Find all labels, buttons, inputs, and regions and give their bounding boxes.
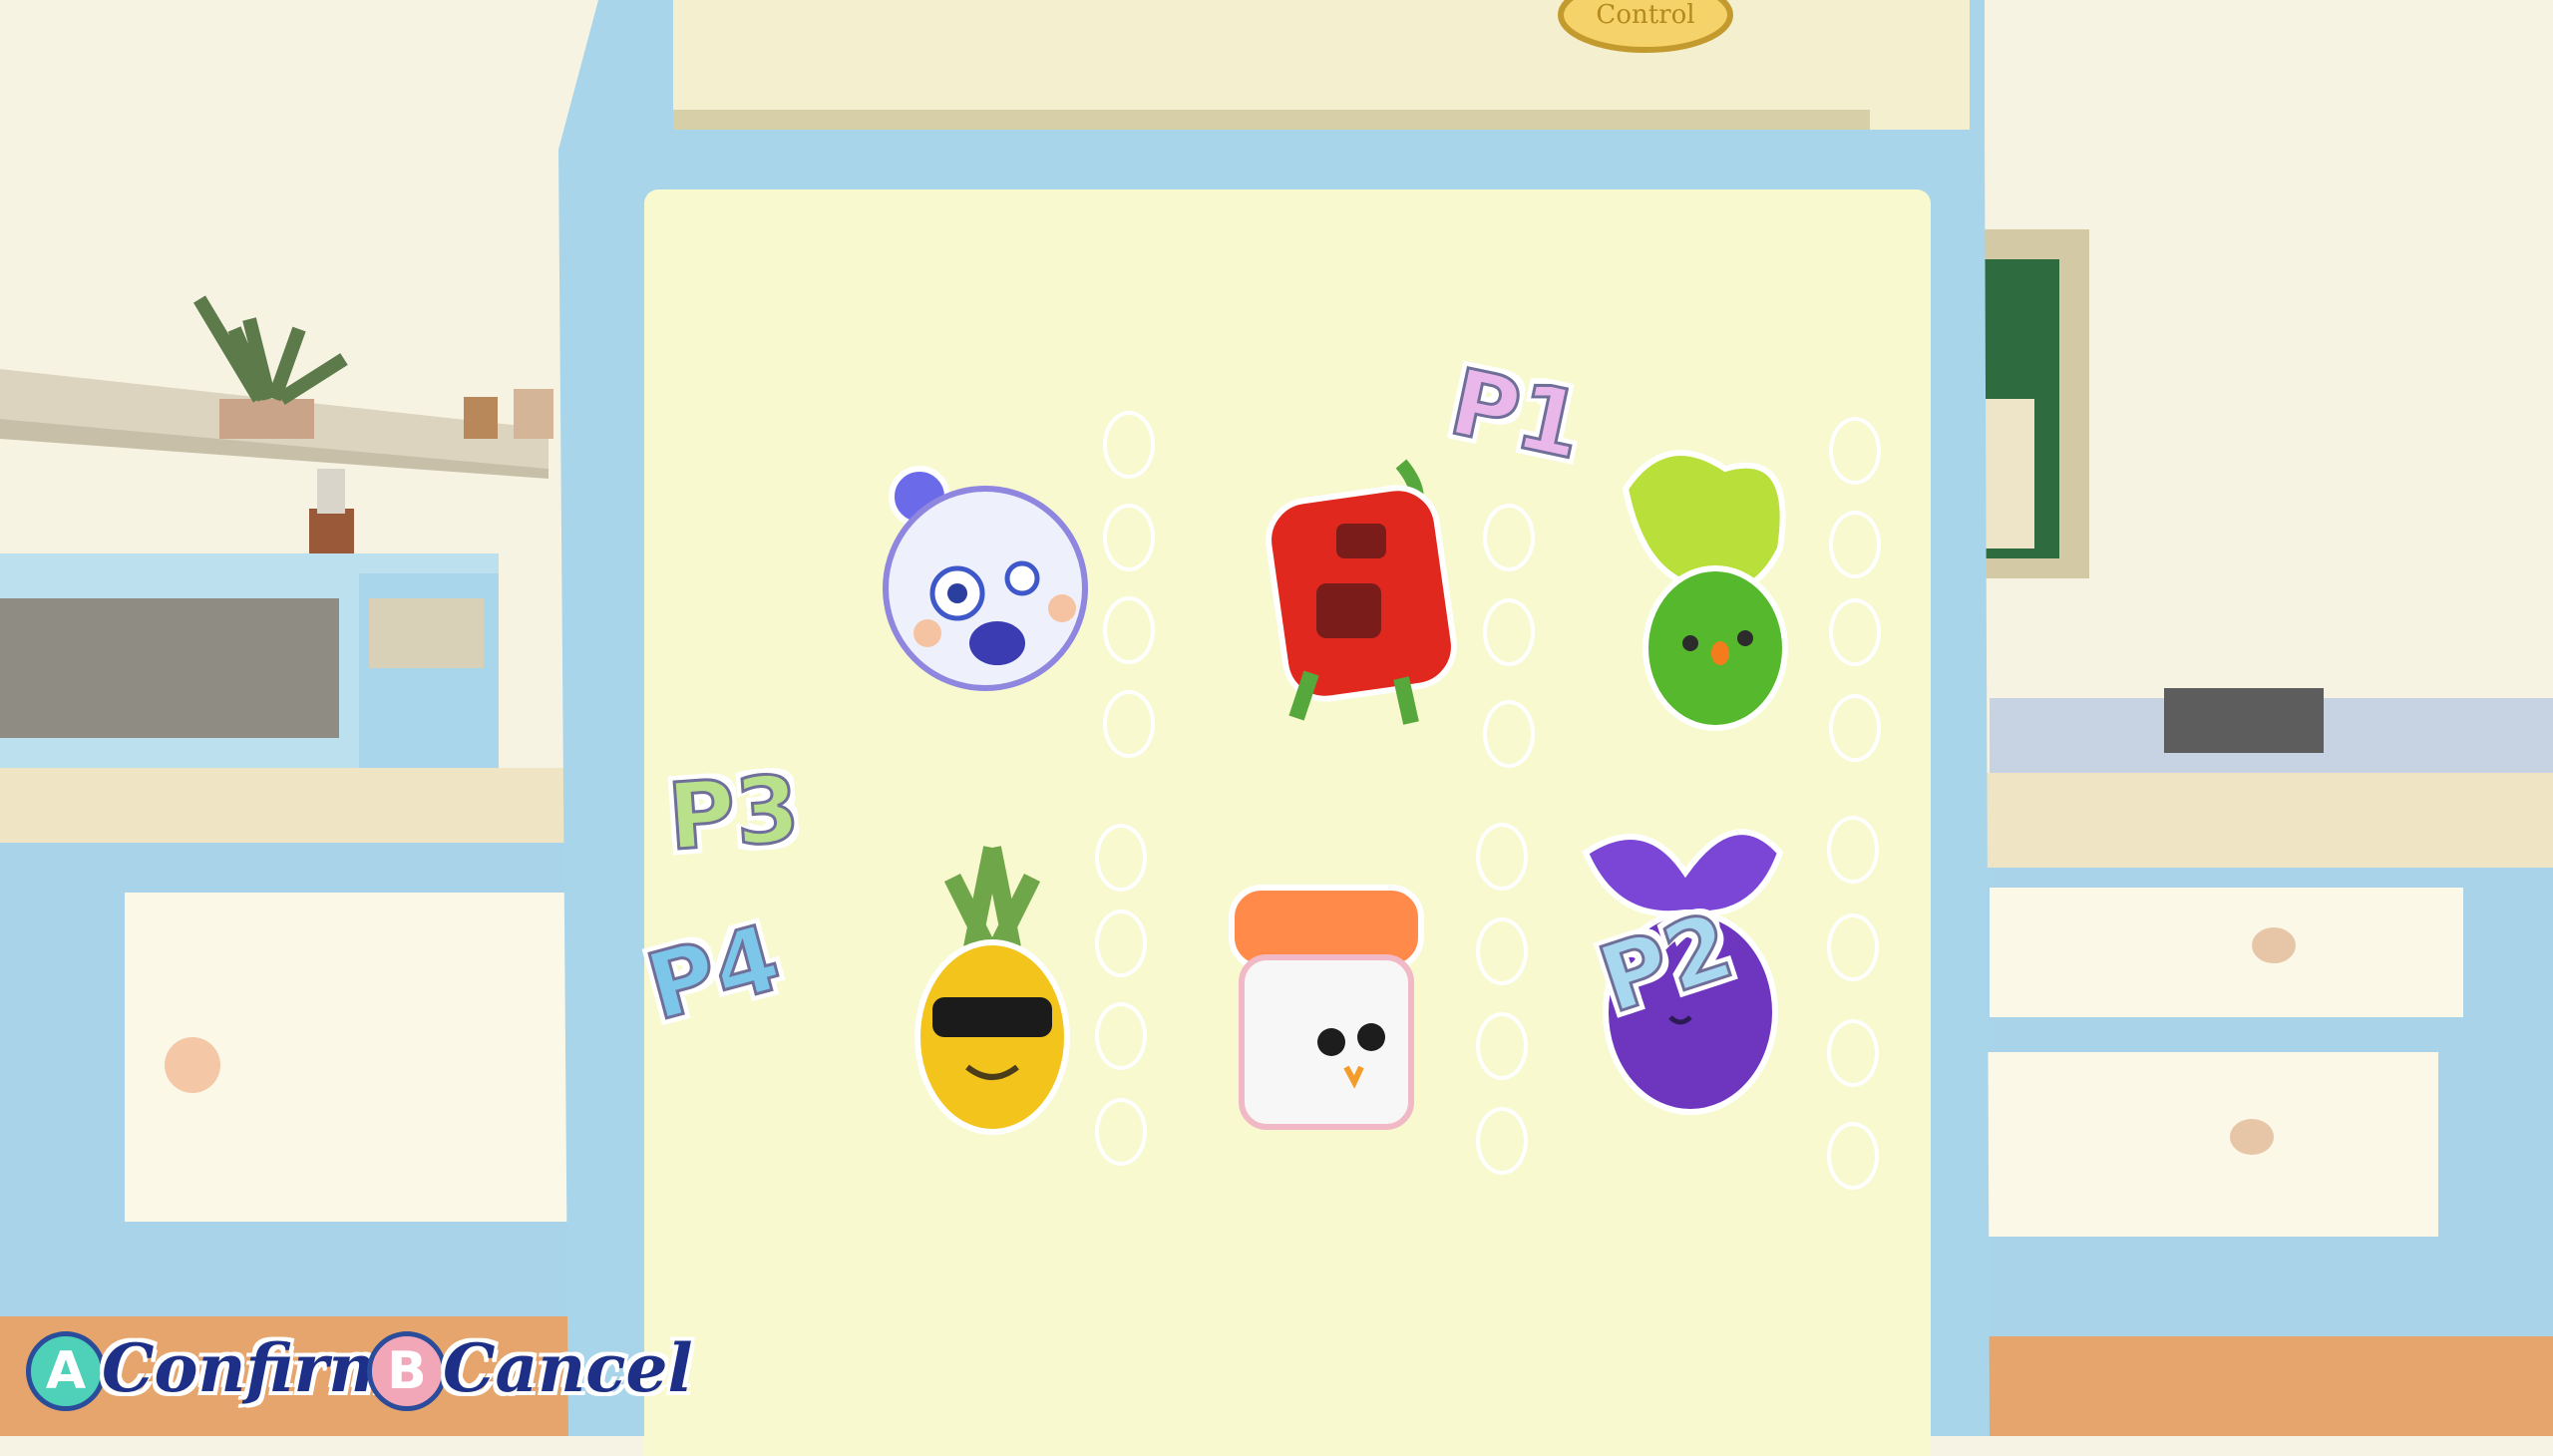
character-bok-choy[interactable] bbox=[1606, 439, 1835, 731]
salmon-sushi-icon bbox=[1229, 885, 1424, 1130]
b-button-icon[interactable]: B bbox=[367, 1331, 447, 1411]
a-button-icon[interactable]: A bbox=[26, 1331, 106, 1411]
player-tag-p1: P1 bbox=[1440, 347, 1594, 482]
confirm-label[interactable]: Confirm bbox=[102, 1335, 398, 1401]
cancel-label[interactable]: Cancel bbox=[443, 1335, 693, 1401]
control-badge: Control bbox=[1596, 0, 1695, 30]
player-tag-p3: P3 bbox=[663, 754, 805, 873]
ghost-egg-icon bbox=[883, 466, 1088, 691]
character-ghost-egg[interactable] bbox=[868, 459, 1097, 718]
character-pineapple[interactable] bbox=[893, 838, 1122, 1135]
character-tomato-cube[interactable] bbox=[1252, 454, 1481, 725]
character-salmon-sushi[interactable] bbox=[1207, 868, 1436, 1130]
bok-choy-icon bbox=[1622, 450, 1788, 731]
controls-hint: A Confirm B Cancel bbox=[20, 1321, 693, 1421]
tomato-cube-icon bbox=[1266, 459, 1457, 725]
pineapple-icon bbox=[914, 846, 1070, 1135]
